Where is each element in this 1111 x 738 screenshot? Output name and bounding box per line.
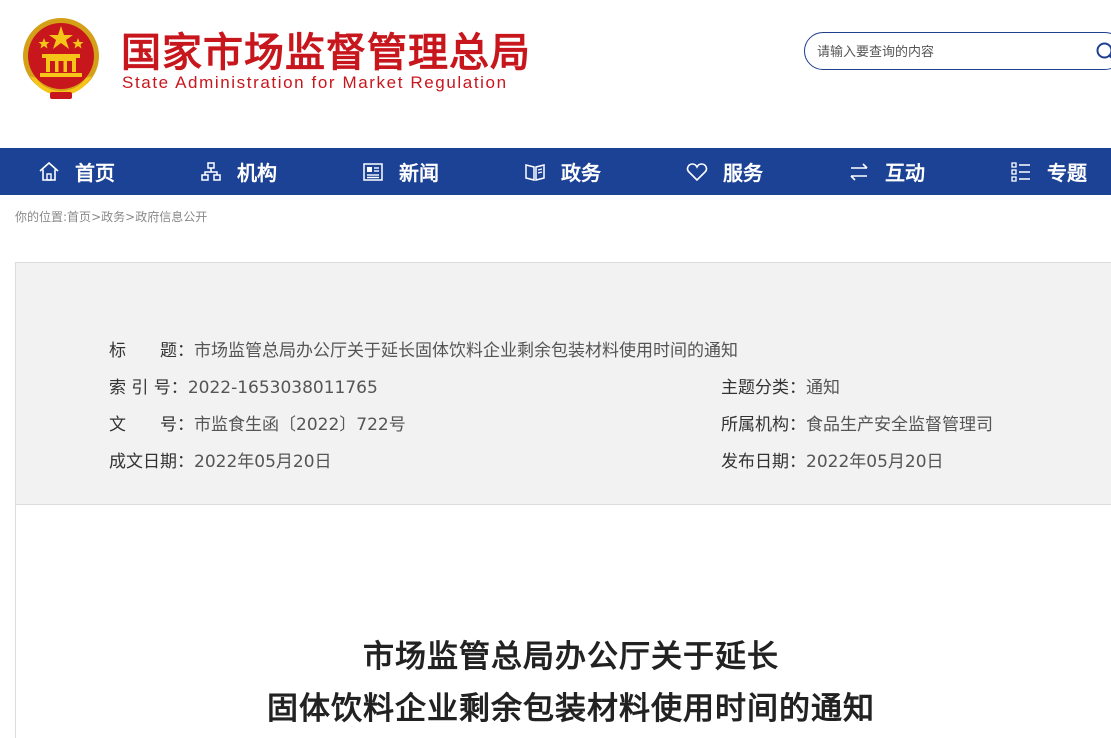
nav-label: 互动 <box>885 161 925 185</box>
document-info-panel: 标 题：市场监管总局办公厅关于延长固体饮料企业剩余包装材料使用时间的通知 索 引… <box>16 263 1111 505</box>
nav-label: 机构 <box>237 161 277 185</box>
info-topic-value: 通知 <box>806 378 840 398</box>
nav-item-news[interactable]: 新闻 <box>361 148 439 195</box>
article-title-line-2: 固体饮料企业剩余包装材料使用时间的通知 <box>267 691 875 727</box>
info-docno-value: 市监食生函〔2022〕722号 <box>194 415 406 435</box>
newspaper-icon <box>363 162 383 181</box>
nav-item-home[interactable]: 首页 <box>37 148 115 195</box>
open-book-icon <box>525 163 545 181</box>
info-created-row: 成文日期：2022年05月20日 <box>109 447 332 472</box>
breadcrumb-gov-info[interactable]: 政府信息公开 <box>135 210 207 224</box>
exchange-icon <box>850 162 868 181</box>
article-title-line-1: 市场监管总局办公厅关于延长 <box>363 639 779 675</box>
nav-label: 政务 <box>561 161 601 185</box>
nav-item-service[interactable]: 服务 <box>685 148 763 195</box>
info-index-key: 索 引 号： <box>109 378 188 398</box>
info-title-row: 标 题：市场监管总局办公厅关于延长固体饮料企业剩余包装材料使用时间的通知 <box>109 336 738 361</box>
nav-item-interact[interactable]: 互动 <box>847 148 925 195</box>
site-title[interactable]: 国家市场监督管理总局 <box>121 20 531 78</box>
info-title-value: 市场监管总局办公厅关于延长固体饮料企业剩余包装材料使用时间的通知 <box>194 341 738 361</box>
search-box <box>804 32 1111 70</box>
info-published-value: 2022年05月20日 <box>806 452 944 472</box>
nav-label: 首页 <box>75 161 115 185</box>
nav-item-org[interactable]: 机构 <box>199 148 277 195</box>
info-created-value: 2022年05月20日 <box>194 452 332 472</box>
info-created-key: 成文日期： <box>109 452 194 472</box>
breadcrumb-home[interactable]: 首页 <box>67 210 91 224</box>
info-docno-key: 文 号： <box>109 415 194 435</box>
breadcrumb-gov-affairs[interactable]: 政务 <box>101 210 125 224</box>
document-container: 标 题：市场监管总局办公厅关于延长固体饮料企业剩余包装材料使用时间的通知 索 引… <box>15 262 1111 738</box>
heart-icon <box>686 162 708 181</box>
search-icon[interactable] <box>1095 41 1111 63</box>
site-header: 国家市场监督管理总局 State Administration for Mark… <box>0 0 1111 148</box>
list-icon <box>1011 161 1030 182</box>
national-emblem-icon[interactable] <box>20 16 102 100</box>
breadcrumb: 你的位置:首页>政务>政府信息公开 <box>15 208 207 225</box>
main-nav: 首页 机构 新闻 政务 服务 互动 专题 <box>0 148 1111 195</box>
search-input[interactable] <box>817 42 1077 62</box>
site-subtitle: State Administration for Market Regulati… <box>122 73 508 92</box>
info-org-row: 所属机构：食品生产安全监督管理司 <box>721 410 993 435</box>
info-org-value: 食品生产安全监督管理司 <box>806 415 993 435</box>
info-topic-row: 主题分类：通知 <box>721 373 840 398</box>
nav-item-topics[interactable]: 专题 <box>1009 148 1087 195</box>
info-index-value: 2022-1653038011765 <box>187 378 378 398</box>
info-published-row: 发布日期：2022年05月20日 <box>721 447 944 472</box>
home-icon <box>39 161 59 181</box>
info-published-key: 发布日期： <box>721 452 806 472</box>
nav-item-gov-affairs[interactable]: 政务 <box>523 148 601 195</box>
nav-label: 新闻 <box>399 161 439 185</box>
org-chart-icon <box>201 161 221 181</box>
info-org-key: 所属机构： <box>721 415 806 435</box>
breadcrumb-prefix: 你的位置: <box>15 210 68 224</box>
breadcrumb-separator: > <box>125 210 136 224</box>
info-topic-key: 主题分类： <box>721 378 806 398</box>
info-index-row: 索 引 号：2022-1653038011765 <box>109 373 378 398</box>
nav-label: 专题 <box>1047 161 1087 185</box>
breadcrumb-separator: > <box>91 210 102 224</box>
info-docno-row: 文 号：市监食生函〔2022〕722号 <box>109 410 406 435</box>
nav-label: 服务 <box>723 161 763 185</box>
info-title-key: 标 题： <box>109 341 194 361</box>
